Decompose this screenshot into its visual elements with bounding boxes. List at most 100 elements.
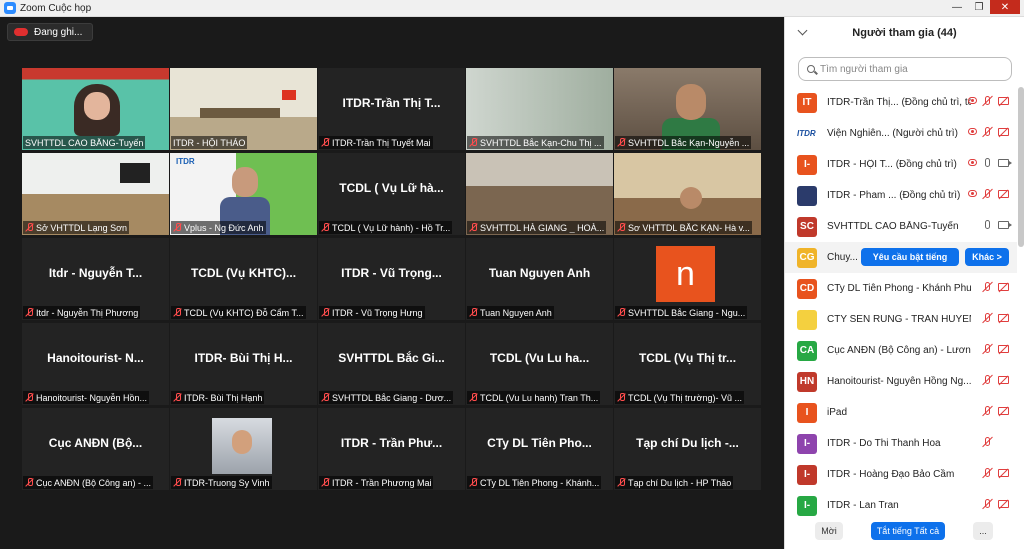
mic-off-icon[interactable] <box>985 468 990 477</box>
mic-off-icon[interactable] <box>985 127 990 136</box>
participant-name: ITDR - Hoàng Đạo Bảo Cầm <box>827 469 955 480</box>
video-tile[interactable]: TCDL ( Vụ Lữ hà... TCDL ( Vụ Lữ hành) - H… <box>318 153 465 235</box>
participant-name: iPad <box>827 407 848 418</box>
recording-indicator[interactable]: Đang ghi... <box>7 23 94 41</box>
participant-row[interactable]: CTY SEN RUNG - TRAN HUYEN ... <box>785 304 1017 335</box>
invite-button[interactable]: Mời <box>815 522 843 540</box>
participant-name: ITDR - HỘI THẢO <box>173 137 246 148</box>
participant-row[interactable]: CA Cục ANĐN (Bộ Công an) - Lươn... <box>785 335 1017 366</box>
participant-status-icons <box>985 499 1009 508</box>
mic-muted-icon <box>469 138 478 147</box>
tile-name-label: SVHTTDL Bắc Kạn-Chu Thị ... <box>467 136 604 149</box>
more-button[interactable]: Khác > <box>965 248 1009 266</box>
participant-name: ITDR - HỘI T... (Đồng chủ trì) <box>827 159 957 170</box>
video-off-icon <box>998 189 1009 198</box>
mic-off-icon[interactable] <box>985 437 990 446</box>
mic-off-icon[interactable] <box>985 282 990 291</box>
cloud-record-icon <box>14 28 28 36</box>
participant-search[interactable] <box>798 57 1012 81</box>
participant-row[interactable]: SC SVHTTDL CAO BẰNG-Tuyến <box>785 211 1017 242</box>
mic-off-icon[interactable] <box>985 499 990 508</box>
video-tile[interactable]: ITDR- Bùi Thị H... ITDR- Bùi Thị Hạnh <box>170 323 317 405</box>
video-tile[interactable]: SVHTTDL CAO BẰNG-Tuyến <box>22 68 169 150</box>
video-tile[interactable]: TCDL (Vu Lu ha... TCDL (Vu Lu hanh) Tran … <box>466 323 613 405</box>
tile-name-label: Tuan Nguyen Anh <box>467 306 554 319</box>
video-tile[interactable]: SVHTTDL Bắc Kạn-Chu Thị ... <box>466 68 613 150</box>
participant-row[interactable]: CG Chuy... Yêu cầu bật tiếng Khác > <box>785 242 1017 273</box>
mic-off-icon[interactable] <box>985 375 990 384</box>
video-tile[interactable]: TCDL (Vụ KHTC)... TCDL (Vụ KHTC) Đỗ Cẩm T… <box>170 238 317 320</box>
video-tile[interactable]: ITDR Vplus - Ng Đức Anh <box>170 153 317 235</box>
participant-name: ITDR - Trần Phương Mai <box>332 477 432 488</box>
tile-name-label: ITDR - HỘI THẢO <box>171 136 248 149</box>
mic-muted-icon <box>321 478 330 487</box>
participant-row[interactable]: I- ITDR - HỘI T... (Đồng chủ trì) <box>785 149 1017 180</box>
participant-status-icons <box>985 220 1012 229</box>
participant-status-icons <box>985 437 1009 446</box>
mic-off-icon[interactable] <box>985 406 990 415</box>
video-tile[interactable]: SVHTTDL Bắc Gi... SVHTTDL Bắc Giang - Dươ… <box>318 323 465 405</box>
mic-icon[interactable] <box>985 158 990 167</box>
close-icon[interactable]: ✕ <box>990 0 1020 14</box>
mic-muted-icon <box>173 478 182 487</box>
video-tile[interactable]: n SVHTTDL Bắc Giang - Ngu... <box>614 238 761 320</box>
more-options-button[interactable]: ... <box>973 522 993 540</box>
restore-icon[interactable]: ❐ <box>968 0 990 14</box>
participant-row[interactable]: I- ITDR - Lan Tran <box>785 490 1017 521</box>
mute-all-button[interactable]: Tắt tiếng Tất cả <box>871 522 945 540</box>
participant-row[interactable]: HN Hanoitourist- Nguyễn Hồng Ng... <box>785 366 1017 397</box>
participant-avatar: CD <box>797 278 817 299</box>
tile-name-label: TCDL (Vu Lu hanh) Tran Th... <box>467 391 601 404</box>
participant-status-icons <box>968 96 1009 105</box>
mic-off-icon[interactable] <box>985 344 990 353</box>
video-tile[interactable]: Tạp chí Du lịch -... Tạp chí Du lịch - HP… <box>614 408 761 490</box>
video-icon <box>998 158 1012 167</box>
participant-avatar: CG <box>797 247 817 268</box>
chevron-down-icon[interactable] <box>797 25 808 36</box>
participant-row[interactable]: I- ITDR - Hoàng Đạo Bảo Cầm <box>785 459 1017 490</box>
tile-display-name: Hanoitourist- N... <box>47 351 144 365</box>
gallery-view: Đang ghi... SVHTTDL CAO BẰNG-Tuyến ITDR -… <box>0 17 784 549</box>
search-input[interactable] <box>820 63 1000 75</box>
participant-row[interactable]: ITDR Viện Nghiên... (Người chủ trì) <box>785 118 1017 149</box>
video-tile[interactable]: Sở VHTTDL Lạng Sơn <box>22 153 169 235</box>
participant-row[interactable]: CD CTy DL Tiên Phong - Khánh Phươ... <box>785 273 1017 304</box>
mic-off-icon[interactable] <box>985 189 990 198</box>
participant-name: ITDR - Do Thi Thanh Hoa <box>827 438 941 449</box>
participant-row[interactable]: IiPad <box>785 397 1017 428</box>
mic-icon[interactable] <box>985 220 990 229</box>
participant-status-icons <box>985 375 1009 384</box>
mic-off-icon[interactable] <box>985 313 990 322</box>
mic-muted-icon <box>617 223 626 232</box>
participant-name: SVHTTDL CAO BẰNG-Tuyến <box>25 137 144 148</box>
minimize-icon[interactable]: — <box>946 0 968 14</box>
title-bar: Zoom Cuộc họp — ❐ ✕ <box>0 0 1024 17</box>
tile-name-label: SVHTTDL Bắc Giang - Dươ... <box>319 391 454 404</box>
video-tile[interactable]: ITDR-Truong Sy Vinh <box>170 408 317 490</box>
video-tile[interactable]: CTy DL Tiên Pho... CTy DL Tiên Phong - Kh… <box>466 408 613 490</box>
participant-avatar <box>797 309 817 330</box>
participant-row[interactable]: I- ITDR - Do Thi Thanh Hoa <box>785 428 1017 459</box>
video-tile[interactable]: ITDR - HỘI THẢO <box>170 68 317 150</box>
mic-off-icon[interactable] <box>985 96 990 105</box>
participant-name: Hanoitourist- Nguyễn Hồn... <box>36 392 148 403</box>
participant-name: TCDL ( Vụ Lữ hành) - Hồ Tr... <box>332 222 451 233</box>
video-tile[interactable]: Tuan Nguyen Anh Tuan Nguyen Anh <box>466 238 613 320</box>
video-tile[interactable]: TCDL (Vụ Thị tr... TCDL (Vụ Thị trường)- … <box>614 323 761 405</box>
participant-name: Chuy... <box>827 252 858 263</box>
video-tile[interactable]: ITDR-Trần Thị T... ITDR-Trần Thị Tuyết Ma… <box>318 68 465 150</box>
video-tile[interactable]: SVHTTDL Bắc Kạn-Nguyễn ... <box>614 68 761 150</box>
scrollbar[interactable] <box>1018 87 1024 247</box>
video-tile[interactable]: Sơ VHTTDL BẮC KẠN- Hà v... <box>614 153 761 235</box>
ask-to-unmute-button[interactable]: Yêu cầu bật tiếng <box>861 248 959 266</box>
video-tile[interactable]: Itdr - Nguyễn T... Itdr - Nguyễn Thị Phươ… <box>22 238 169 320</box>
video-tile[interactable]: Cục ANĐN (Bộ... Cục ANĐN (Bộ Công an) - .… <box>22 408 169 490</box>
participant-row[interactable]: ITDR - Pham ... (Đồng chủ trì) <box>785 180 1017 211</box>
video-tile[interactable]: SVHTTDL HÀ GIANG _ HOÀ... <box>466 153 613 235</box>
recording-icon <box>968 159 977 166</box>
participant-row[interactable]: IT ITDR-Trần Thị... (Đồng chủ trì, tôi) <box>785 87 1017 118</box>
video-off-icon <box>998 499 1009 508</box>
video-tile[interactable]: Hanoitourist- N... Hanoitourist- Nguyễn H… <box>22 323 169 405</box>
video-tile[interactable]: ITDR - Trần Phư... ITDR - Trần Phương Mai <box>318 408 465 490</box>
video-tile[interactable]: ITDR - Vũ Trọng... ITDR - Vũ Trọng Hưng <box>318 238 465 320</box>
